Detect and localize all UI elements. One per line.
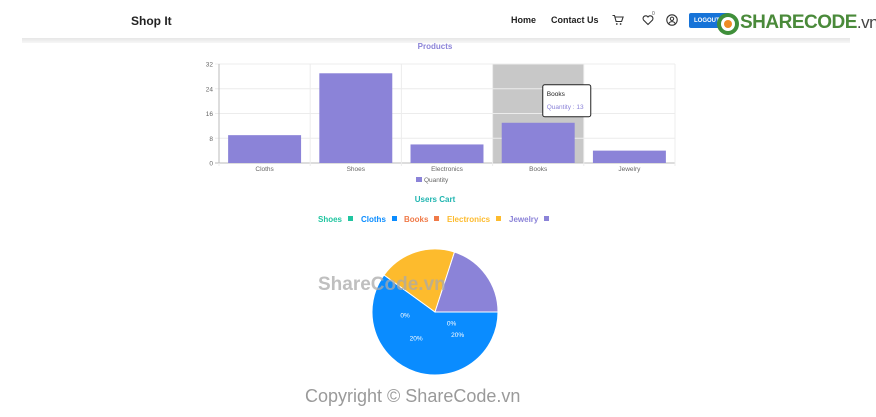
- y-tick-label: 16: [206, 111, 214, 118]
- legend-item-cloths[interactable]: Cloths: [361, 215, 397, 224]
- legend-item-jewelry[interactable]: Jewelry: [509, 215, 550, 224]
- bar-cloths[interactable]: [228, 135, 302, 163]
- x-tick-label: Jewelry: [618, 166, 641, 173]
- user-account-icon[interactable]: [666, 14, 678, 26]
- legend-item-shoes[interactable]: Shoes: [318, 215, 354, 224]
- navbar: Shop It Home Contact Us 0 LOGOUT SHARECO…: [0, 0, 876, 40]
- copyright-watermark: Copyright © ShareCode.vn: [305, 386, 521, 406]
- y-tick-label: 8: [209, 136, 213, 143]
- pie-value-label: 20%: [451, 332, 464, 339]
- users-cart-chart-title: Users Cart: [414, 195, 456, 204]
- nav-contact-link[interactable]: Contact Us: [551, 15, 599, 25]
- bar-electronics[interactable]: [410, 144, 484, 163]
- products-bar-chart[interactable]: 0 8 16 24 32 Cloths Shoes Electronics Books Jewel…: [195, 55, 685, 190]
- x-tick-label: Cloths: [255, 166, 274, 173]
- brand-logo[interactable]: Shop It: [131, 14, 172, 28]
- bar-shoes[interactable]: [319, 73, 393, 163]
- tooltip-title: Books: [547, 91, 566, 98]
- users-cart-pie-chart[interactable]: 20% 20% 0% 0%: [360, 240, 510, 380]
- y-tick-label: 0: [209, 161, 213, 168]
- cart-icon[interactable]: [612, 14, 624, 26]
- legend-item-electronics[interactable]: Electronics: [447, 215, 502, 224]
- chart-tooltip: Books Quantity : 13: [542, 84, 592, 118]
- legend-label-quantity[interactable]: Quantity: [424, 177, 449, 184]
- x-tick-label: Electronics: [431, 166, 464, 173]
- wishlist-count-badge: 0: [652, 11, 655, 17]
- x-tick-label: Books: [529, 166, 548, 173]
- bar-jewelry[interactable]: [592, 150, 666, 163]
- products-chart-title: Products: [417, 42, 453, 51]
- legend-swatch-quantity: [416, 177, 422, 182]
- nav-home-link[interactable]: Home: [511, 15, 536, 25]
- pie-value-label: 0%: [447, 321, 457, 328]
- y-tick-label: 32: [206, 62, 214, 69]
- pie-value-label: 0%: [400, 312, 410, 319]
- sharecode-logo-text: SHARECODE.vn: [740, 12, 876, 33]
- pie-value-label: 20%: [410, 335, 423, 342]
- bar-books[interactable]: [501, 122, 575, 163]
- x-tick-label: Shoes: [347, 166, 366, 173]
- y-tick-label: 24: [206, 86, 214, 93]
- legend-item-books[interactable]: Books: [404, 215, 440, 224]
- tooltip-value: Quantity : 13: [547, 104, 584, 111]
